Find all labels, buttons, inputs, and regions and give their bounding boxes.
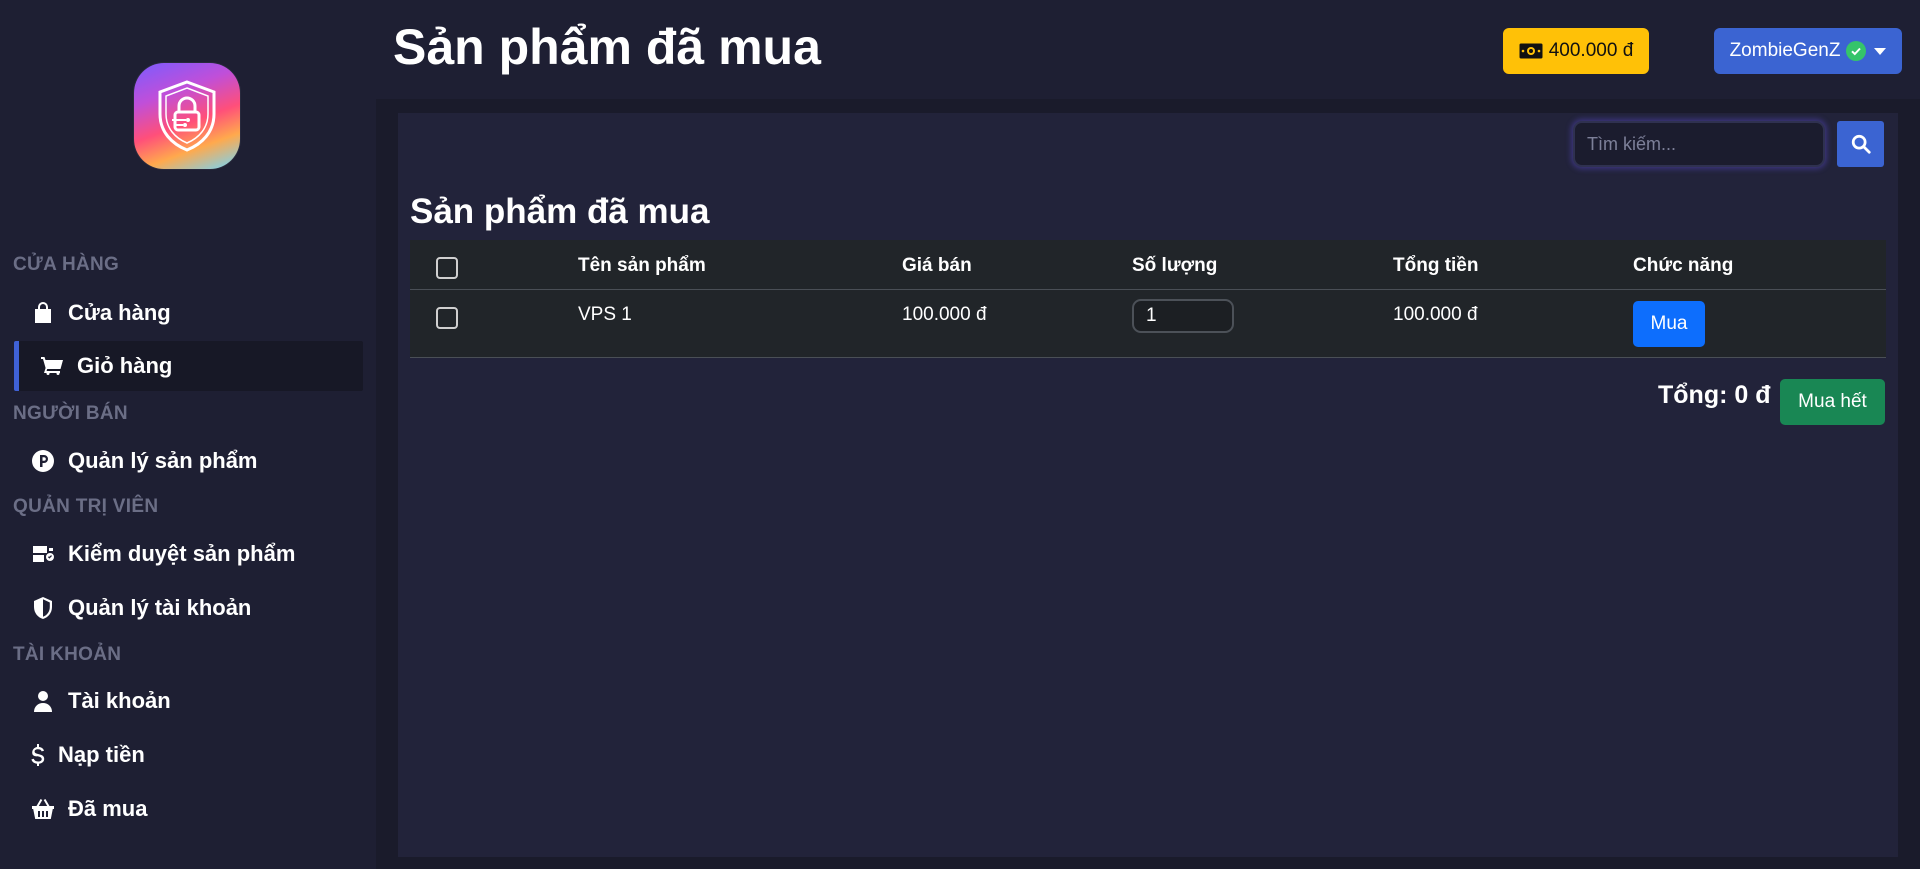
quantity-input[interactable] xyxy=(1132,299,1234,333)
chevron-down-icon xyxy=(1874,47,1887,55)
money-icon xyxy=(1519,43,1543,59)
basket-icon xyxy=(30,796,56,822)
sidebar-item-label: Nạp tiền xyxy=(58,742,145,767)
sidebar-item-manage-accounts[interactable]: Quản lý tài khoản xyxy=(14,583,363,633)
shield-icon xyxy=(30,595,56,621)
cart-icon xyxy=(39,353,65,379)
search-button[interactable] xyxy=(1837,121,1884,167)
moderation-icon xyxy=(30,541,56,567)
table-row: VPS 1 100.000 đ 100.000 đ Mua xyxy=(410,290,1886,358)
row-checkbox[interactable] xyxy=(436,307,458,329)
sidebar-item-label: Tài khoản xyxy=(68,688,171,713)
sidebar-item-cart[interactable]: Giỏ hàng xyxy=(14,341,363,391)
buy-button[interactable]: Mua xyxy=(1633,301,1705,347)
column-header-total: Tổng tiền xyxy=(1393,255,1479,276)
sidebar-item-manage-products[interactable]: Quản lý sản phẩm xyxy=(14,436,363,486)
section-title: Sản phẩm đã mua xyxy=(410,192,710,231)
sidebar-item-label: Kiểm duyệt sản phẩm xyxy=(68,541,296,566)
select-all-checkbox[interactable] xyxy=(436,257,458,279)
bag-icon xyxy=(30,300,56,326)
app-logo[interactable] xyxy=(134,63,240,169)
purchased-products-table: Tên sản phẩm Giá bán Số lượng Tổng tiền … xyxy=(410,240,1886,358)
search-input[interactable] xyxy=(1573,121,1825,167)
balance-amount: 400.000 đ xyxy=(1548,40,1634,61)
product-circle-icon xyxy=(30,448,56,474)
buy-all-button[interactable]: Mua hết xyxy=(1780,379,1885,425)
column-header-name: Tên sản phẩm xyxy=(578,255,706,276)
sidebar-item-label: Cửa hàng xyxy=(68,300,171,325)
sidebar-item-deposit[interactable]: Nạp tiền xyxy=(14,730,363,780)
column-header-price: Giá bán xyxy=(902,255,972,276)
page-title: Sản phẩm đã mua xyxy=(393,19,821,75)
dollar-icon xyxy=(30,742,46,768)
sidebar-item-label: Quản lý tài khoản xyxy=(68,595,252,620)
verified-check-icon xyxy=(1846,41,1867,61)
column-header-actions: Chức năng xyxy=(1633,255,1734,276)
sidebar-item-purchased[interactable]: Đã mua xyxy=(14,784,363,834)
table-header: Tên sản phẩm Giá bán Số lượng Tổng tiền … xyxy=(410,240,1886,290)
sidebar-item-label: Giỏ hàng xyxy=(77,353,173,378)
sidebar-item-moderate-products[interactable]: Kiểm duyệt sản phẩm xyxy=(14,529,363,579)
cart-total: Tổng: 0 đ xyxy=(1658,381,1771,409)
section-label-seller: NGƯỜI BÁN xyxy=(13,403,128,424)
sidebar: CỬA HÀNG Cửa hàng Giỏ hàng NGƯỜI BÁN Quả… xyxy=(0,0,374,869)
user-menu-button[interactable]: ZombieGenZ xyxy=(1714,28,1902,74)
user-icon xyxy=(30,688,56,714)
section-label-admin: QUẢN TRỊ VIÊN xyxy=(13,496,159,517)
product-price: 100.000 đ xyxy=(902,304,987,325)
sidebar-item-account[interactable]: Tài khoản xyxy=(14,676,363,726)
section-label-account: TÀI KHOẢN xyxy=(13,644,122,665)
row-total: 100.000 đ xyxy=(1393,304,1478,325)
sidebar-item-label: Quản lý sản phẩm xyxy=(68,448,258,473)
username: ZombieGenZ xyxy=(1729,40,1841,61)
balance-badge[interactable]: 400.000 đ xyxy=(1503,28,1649,74)
sidebar-item-label: Đã mua xyxy=(68,796,148,821)
column-header-quantity: Số lượng xyxy=(1132,255,1218,276)
sidebar-item-store[interactable]: Cửa hàng xyxy=(14,288,363,338)
section-label-store: CỬA HÀNG xyxy=(13,254,120,275)
search-icon xyxy=(1851,134,1871,154)
product-name: VPS 1 xyxy=(578,304,632,325)
shield-lock-logo-icon xyxy=(158,80,216,152)
